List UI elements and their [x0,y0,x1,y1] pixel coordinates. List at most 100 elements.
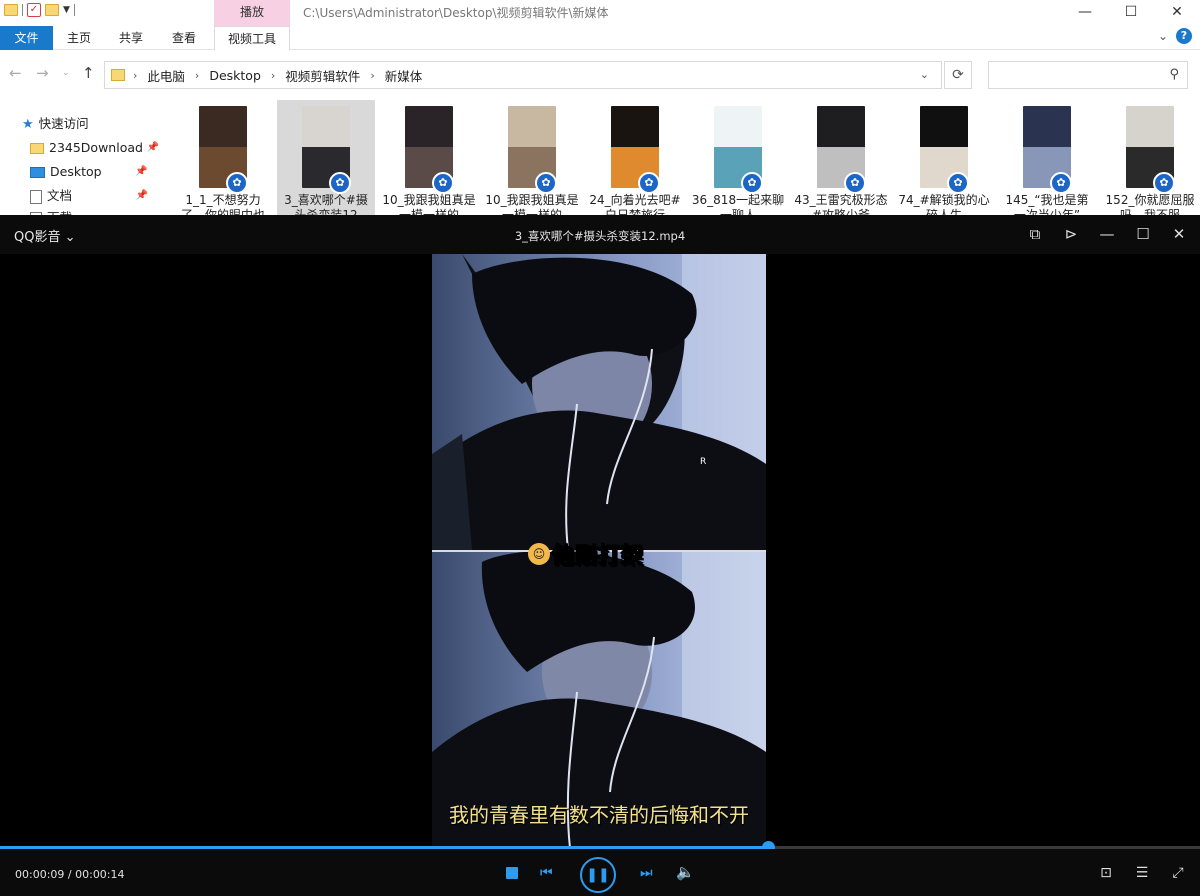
video-title: 3_喜欢哪个#摄头杀变装12.mp4 [514,229,686,243]
person-emoji-icon: ☺ [528,543,550,565]
file-name: 24_向着光去吧#白日梦旅行 [589,193,681,215]
video-frame[interactable]: R ☺ 他刚打架 我的青春里有数不清的后悔和不开 [432,254,766,846]
pin-icon: 📌 [135,166,148,177]
folder-icon [4,4,18,16]
volume-icon[interactable]: 🔈 [676,863,695,881]
tab-home[interactable]: 主页 [55,26,103,50]
pin-icon: 📌 [146,142,159,153]
help-icon[interactable]: ? [1176,28,1192,44]
breadcrumb-video-editing[interactable]: 视频剪辑软件 [285,66,360,85]
minimize-button[interactable]: — [1062,0,1108,26]
breadcrumb-desktop[interactable]: Desktop [209,68,261,83]
close-button[interactable]: ✕ [1168,223,1190,245]
star-icon: ★ [22,116,34,132]
maximize-button[interactable]: ☐ [1108,0,1154,26]
file-item[interactable]: ✿ 3_喜欢哪个#摄头杀变装12 [277,100,375,215]
video-file-icon: ✿ [535,172,557,194]
maximize-button[interactable]: ☐ [1132,223,1154,245]
properties-icon[interactable]: ✓ [27,3,41,17]
forward-arrow-icon[interactable]: → [36,64,49,82]
nav-downloads[interactable]: 下载 [30,208,72,215]
video-file-icon: ✿ [1050,172,1072,194]
video-player-window: QQ影音 ⌄ 3_喜欢哪个#摄头杀变装12.mp4 ⧉ ⊳ — ☐ ✕ R ☺ … [0,215,1200,896]
file-explorer-window: ✓ ▼ 播放 C:\Users\Administrator\Desktop\视频… [0,0,1200,215]
file-item[interactable]: ✿ 36_818一起来聊一聊人 [689,100,787,215]
divider [22,4,23,16]
window-title: C:\Users\Administrator\Desktop\视频剪辑软件\新媒… [303,6,609,20]
file-name: 10_我跟我姐真是一模一样的 [485,193,579,215]
new-folder-icon[interactable] [45,4,59,16]
file-name: 36_818一起来聊一聊人 [691,193,785,215]
customize-toolbar-icon[interactable]: ▼ [63,5,70,15]
folder-icon [30,143,44,154]
file-item[interactable]: ✿ 43_王雷究极形态#攻略少爷 [792,100,890,215]
playback-controls: ⏮ ❚❚ ⏭ 🔈 [500,857,700,893]
chevron-right-icon[interactable]: › [370,69,374,82]
quick-access-toolbar: ✓ ▼ [4,3,75,17]
contextual-tab-header: 播放 [214,0,290,26]
nav-2345download[interactable]: 2345Download 📌 [30,138,159,158]
desktop-icon [30,167,45,178]
file-name: 152_你就愿屈服吗，我不服 [1105,193,1195,215]
time-total: 00:00:14 [75,868,125,881]
stop-button[interactable] [506,867,518,879]
time-current: 00:00:09 [15,868,65,881]
fullscreen-icon[interactable]: ⤢ [1168,863,1188,883]
search-input[interactable]: ⚲ [988,61,1188,89]
file-name: 1_1_不想努力了，你的眼中也 [180,193,265,215]
player-title-bar: QQ影音 ⌄ 3_喜欢哪个#摄头杀变装12.mp4 ⧉ ⊳ — ☐ ✕ [0,215,1200,254]
tab-video-tools[interactable]: 视频工具 [214,26,290,51]
overlay-caption-text: 他刚打架 [551,544,645,570]
recent-locations-icon[interactable]: ⌄ [62,68,70,78]
breadcrumb-new-media[interactable]: 新媒体 [385,66,423,85]
title-bar: ✓ ▼ 播放 C:\Users\Administrator\Desktop\视频… [0,0,1200,26]
video-file-icon: ✿ [1153,172,1175,194]
back-arrow-icon[interactable]: ← [9,64,22,82]
chevron-right-icon[interactable]: › [195,69,199,82]
file-item[interactable]: ✿ 74_#解锁我的心碎人生 [895,100,993,215]
file-list: ✿ 1_1_不想努力了，你的眼中也 ✿ 3_喜欢哪个#摄头杀变装12 ✿ 10_我跟我姐真… [170,100,1200,215]
screenshot-icon[interactable]: ⊡ [1096,863,1116,883]
video-file-icon: ✿ [741,172,763,194]
nav-documents[interactable]: 文档 📌 [30,186,148,206]
settings-icon[interactable]: ☰ [1132,863,1152,883]
file-name: 145_“我也是第一次当少年” [1005,193,1089,215]
chevron-right-icon[interactable]: › [133,69,137,82]
file-item[interactable]: ✿ 1_1_不想努力了，你的眼中也 [174,100,272,215]
close-button[interactable]: ✕ [1154,0,1200,26]
address-bar[interactable]: › 此电脑 › Desktop › 视频剪辑软件 › 新媒体 ⌄ [104,61,942,89]
up-arrow-icon[interactable]: ↑ [82,64,95,82]
file-item[interactable]: ✿ 152_你就愿屈服吗，我不服 [1101,100,1199,215]
video-file-icon: ✿ [329,172,351,194]
window-controls: — ☐ ✕ [1062,0,1200,26]
pin-icon: 📌 [135,190,149,201]
expand-ribbon-icon[interactable]: ⌄ [1158,29,1168,43]
tab-share[interactable]: 共享 [107,26,155,50]
minimize-button[interactable]: — [1096,223,1118,245]
refresh-button[interactable]: ⟳ [944,61,972,89]
file-item[interactable]: ✿ 10_我跟我姐真是一模一样的 [380,100,478,215]
file-item[interactable]: ✿ 10_我跟我姐真是一模一样的 [483,100,581,215]
video-file-icon: ✿ [226,172,248,194]
next-button[interactable]: ⏭ [640,864,653,882]
file-item[interactable]: ✿ 145_“我也是第一次当少年” [998,100,1096,215]
video-subtitle: 我的青春里有数不清的后悔和不开 [449,803,749,827]
chevron-down-icon[interactable]: ⌄ [920,68,929,81]
chevron-right-icon[interactable]: › [271,69,275,82]
divider [73,4,75,16]
nav-desktop[interactable]: Desktop 📌 [30,162,148,182]
tab-file[interactable]: 文件 [0,26,53,50]
video-file-icon: ✿ [947,172,969,194]
nav-quick-access[interactable]: ★ 快速访问 [22,114,89,134]
document-icon [30,189,42,204]
previous-button[interactable]: ⏮ [540,864,553,882]
picture-in-picture-icon[interactable]: ⧉ [1024,223,1046,245]
pause-button[interactable]: ❚❚ [580,857,616,893]
breadcrumb-this-pc[interactable]: 此电脑 [147,66,185,85]
ribbon-tabs: 文件 主页 共享 查看 视频工具 ⌄ ? [0,26,1200,51]
tab-view[interactable]: 查看 [160,26,208,50]
file-name: 74_#解锁我的心碎人生 [898,193,990,215]
file-item[interactable]: ✿ 24_向着光去吧#白日梦旅行 [586,100,684,215]
video-file-icon: ✿ [638,172,660,194]
pin-on-top-icon[interactable]: ⊳ [1060,223,1082,245]
